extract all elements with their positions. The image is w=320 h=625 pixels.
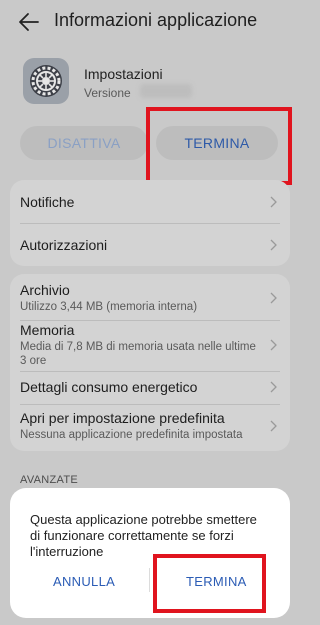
highlight-box-confirm	[153, 554, 266, 613]
cancel-button[interactable]: ANNULLA	[53, 574, 115, 589]
chevron-right-icon	[270, 196, 277, 208]
list-item-permissions[interactable]: Autorizzazioni	[20, 223, 280, 266]
app-bar: Informazioni applicazione	[0, 0, 300, 44]
page-title: Informazioni applicazione	[54, 10, 258, 30]
dialog-message: Questa applicazione potrebbe smettere di…	[30, 512, 257, 559]
list-item-label: Notifiche	[20, 193, 75, 210]
section-header-advanced: AVANZATE	[20, 474, 79, 486]
arrow-left-icon[interactable]	[18, 11, 40, 33]
list-item-label: Apri per impostazione predefinita	[20, 410, 225, 426]
app-name: Impostazioni	[84, 66, 163, 82]
list-item-energy-details[interactable]: Dettagli consumo energetico	[20, 371, 280, 403]
app-version-label: Versione	[84, 86, 131, 100]
list-item-subtitle: Utilizzo 3,44 MB (memoria interna)	[20, 301, 198, 313]
chevron-right-icon	[270, 292, 277, 304]
list-item-storage[interactable]: Archivio Utilizzo 3,44 MB (memoria inter…	[20, 278, 280, 318]
highlight-box-force-stop	[146, 107, 292, 185]
list-item-label: Autorizzazioni	[20, 236, 108, 253]
app-icon	[23, 58, 69, 104]
chevron-right-icon	[270, 239, 277, 251]
list-item-open-by-default[interactable]: Apri per impostazione predefinita Nessun…	[20, 405, 280, 447]
list-item-memory[interactable]: Memoria Media di 7,8 MB di memoria usata…	[20, 320, 280, 370]
list-item-subtitle: Media di 7,8 MB di memoria usata nelle u…	[20, 341, 256, 367]
list-item-label: Archivio	[20, 282, 70, 298]
list-item-label: Memoria	[20, 322, 75, 338]
list-item-subtitle: Nessuna applicazione predefinita imposta…	[20, 429, 243, 441]
dialog-button-divider	[149, 568, 150, 592]
settings-card-primary: Notifiche Autorizzazioni	[10, 180, 290, 266]
chevron-right-icon	[270, 381, 277, 393]
list-item-notifications[interactable]: Notifiche	[20, 180, 280, 223]
chevron-right-icon	[270, 339, 277, 351]
disable-button[interactable]: DISATTIVA	[20, 126, 148, 160]
list-item-label: Dettagli consumo energetico	[20, 379, 198, 395]
settings-gear-icon	[30, 65, 62, 97]
settings-card-details: Archivio Utilizzo 3,44 MB (memoria inter…	[10, 274, 290, 451]
chevron-right-icon	[270, 420, 277, 432]
version-value-redacted	[140, 84, 192, 98]
